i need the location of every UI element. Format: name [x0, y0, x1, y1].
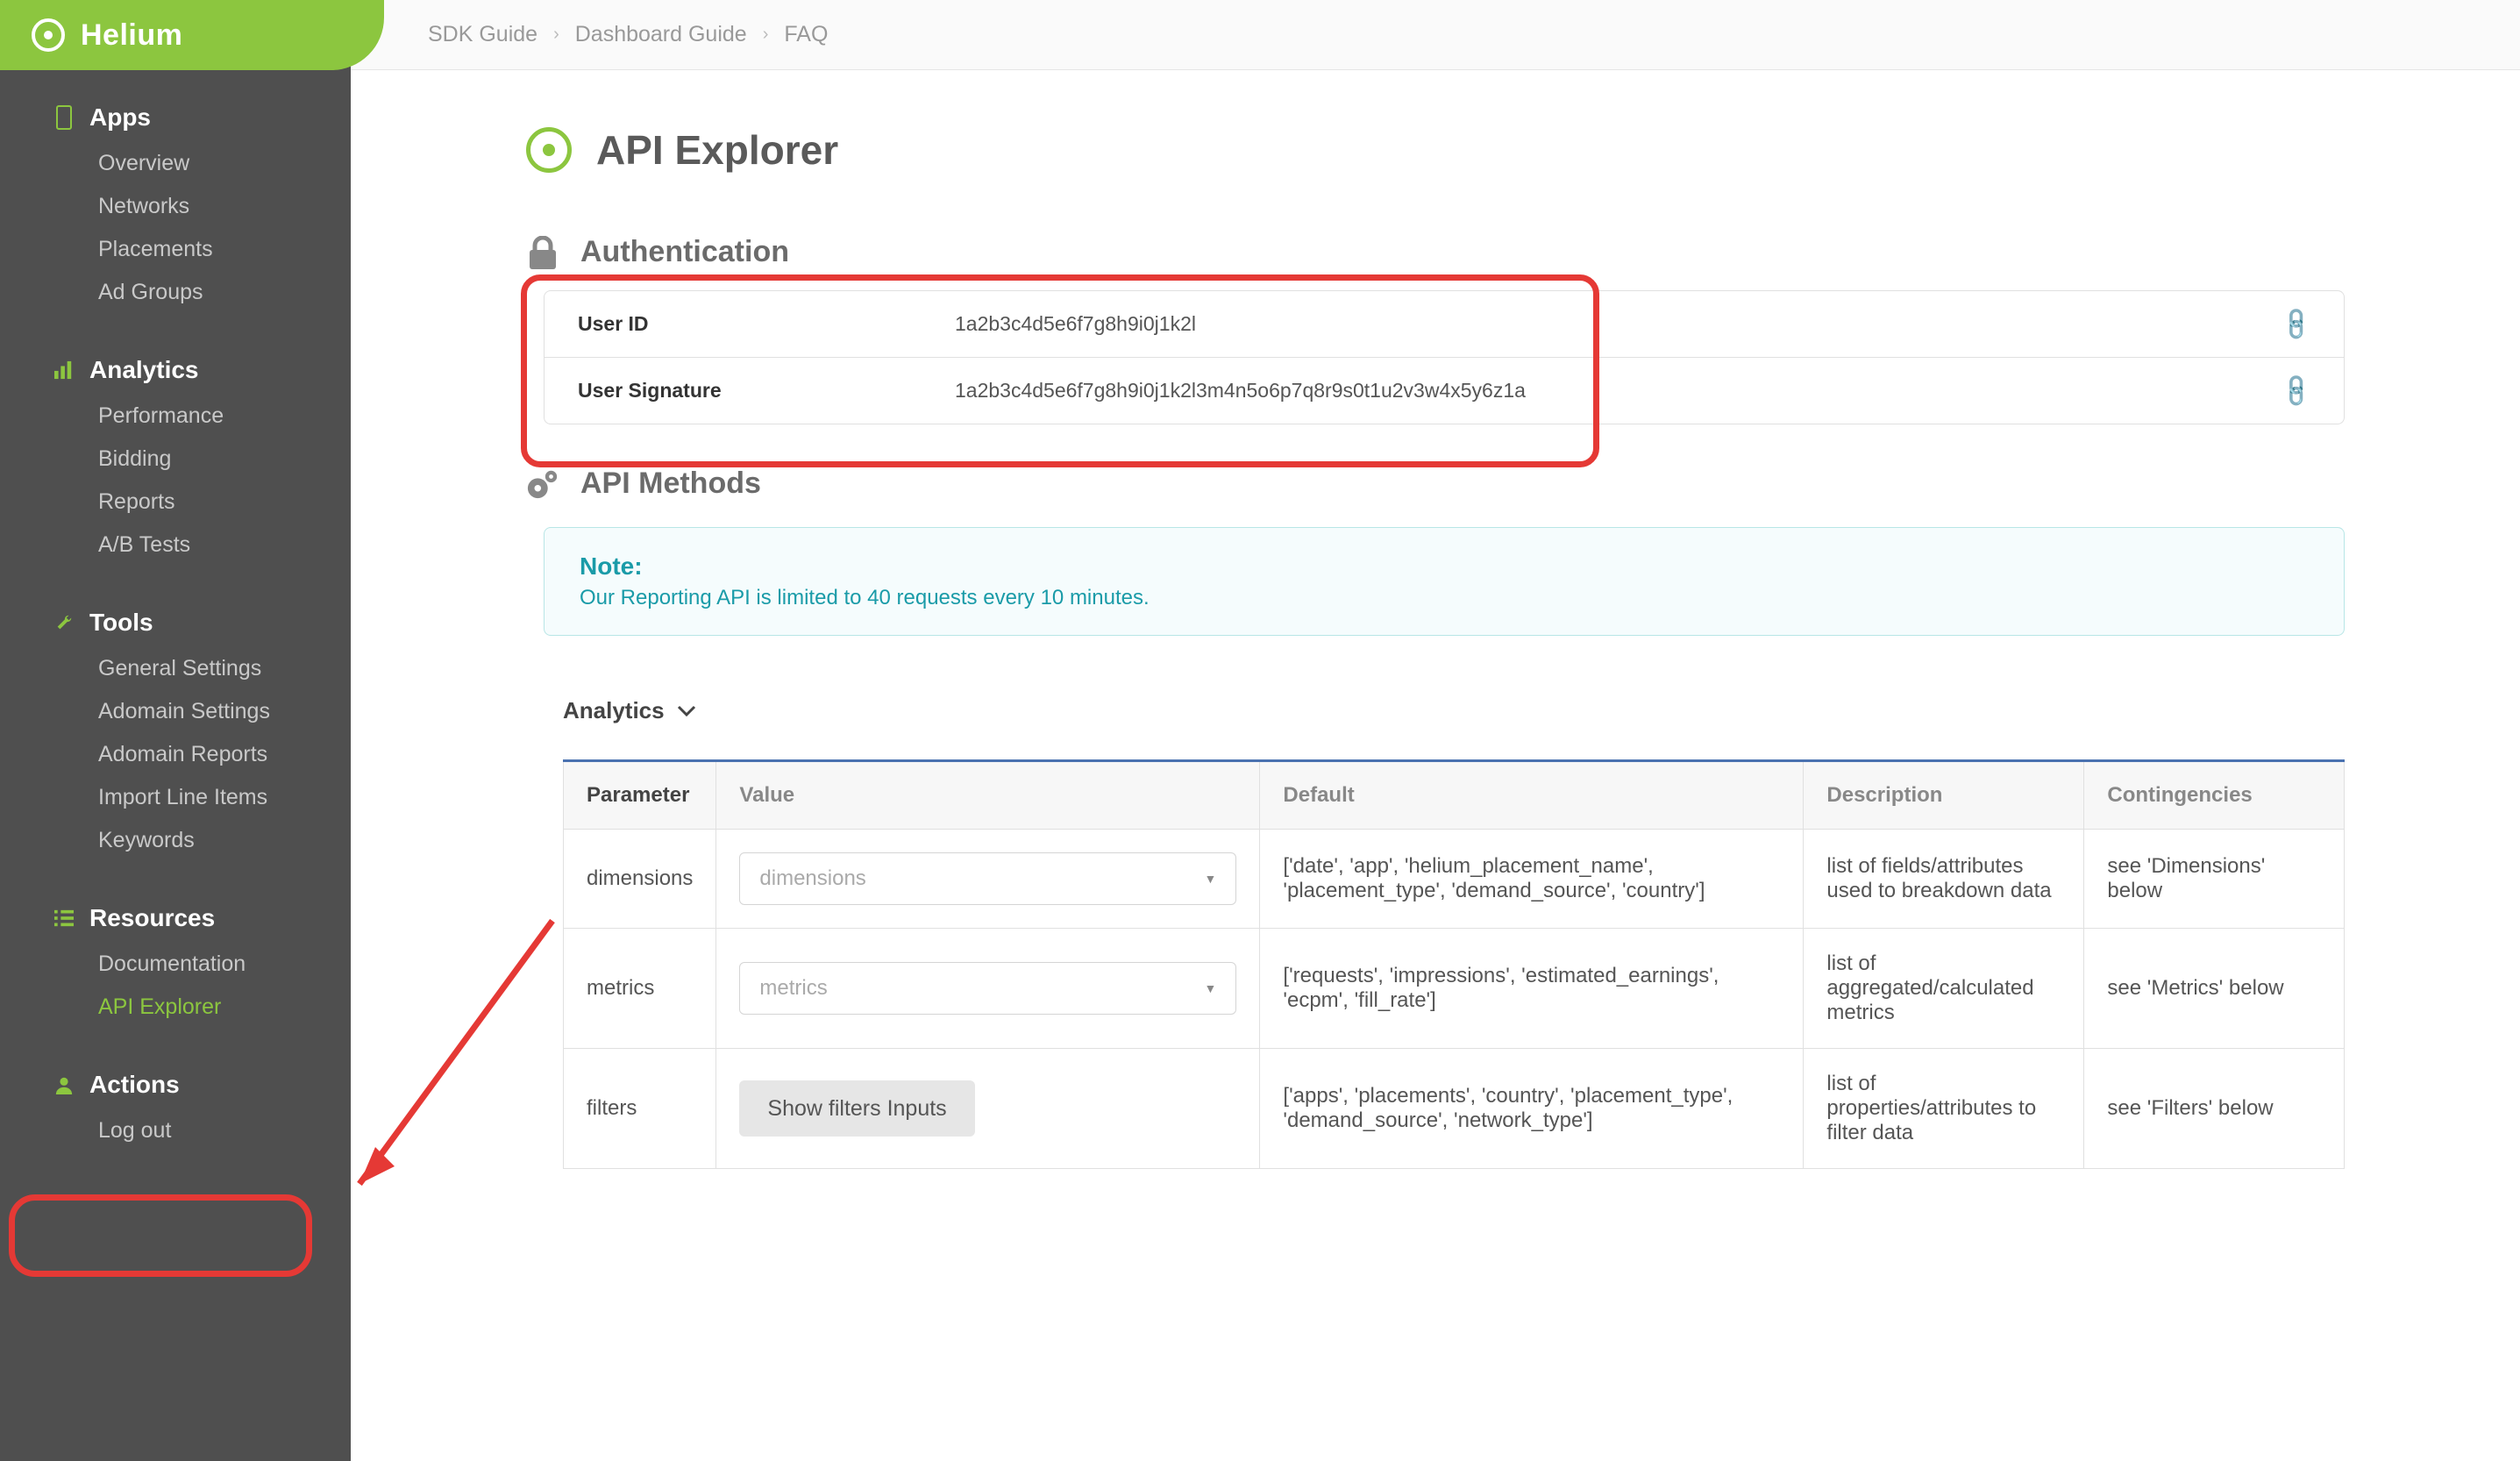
nav-head-actions[interactable]: Actions — [0, 1064, 351, 1106]
col-header-value: Value — [716, 761, 1260, 830]
list-icon — [54, 909, 74, 928]
metrics-select[interactable]: metrics ▼ — [739, 962, 1236, 1015]
lock-icon — [526, 236, 559, 269]
dimensions-select-placeholder: dimensions — [759, 866, 865, 891]
nav-head-analytics-label: Analytics — [89, 356, 199, 384]
param-default: ['apps', 'placements', 'country', 'place… — [1260, 1049, 1804, 1169]
col-header-parameter: Parameter — [564, 761, 716, 830]
param-contingencies: see 'Metrics' below — [2084, 929, 2345, 1049]
nav-head-tools-label: Tools — [89, 609, 153, 637]
param-default: ['requests', 'impressions', 'estimated_e… — [1260, 929, 1804, 1049]
chevron-right-icon: › — [553, 25, 559, 45]
nav-analytics-abtests[interactable]: A/B Tests — [0, 524, 351, 567]
show-filters-inputs-button[interactable]: Show filters Inputs — [739, 1080, 974, 1137]
user-icon — [54, 1075, 74, 1094]
auth-user-id-value: 1a2b3c4d5e6f7g8h9i0j1k2l — [955, 312, 2282, 336]
col-header-description: Description — [1804, 761, 2084, 830]
gears-icon — [526, 467, 559, 501]
wrench-icon — [54, 613, 74, 632]
param-default: ['date', 'app', 'helium_placement_name',… — [1260, 830, 1804, 929]
param-description: list of aggregated/calculated metrics — [1804, 929, 2084, 1049]
note-text: Our Reporting API is limited to 40 reque… — [580, 586, 2309, 610]
nav-tools-import-line-items[interactable]: Import Line Items — [0, 776, 351, 819]
nav-analytics-performance[interactable]: Performance — [0, 395, 351, 438]
nav-head-tools[interactable]: Tools — [0, 602, 351, 644]
analytics-expander[interactable]: Analytics — [563, 697, 2345, 724]
sidebar-nav: Apps Overview Networks Placements Ad Gro… — [0, 70, 351, 1214]
param-name: metrics — [564, 929, 716, 1049]
nav-analytics-bidding[interactable]: Bidding — [0, 438, 351, 481]
nav-actions-logout[interactable]: Log out — [0, 1109, 351, 1152]
breadcrumb-sdk-guide[interactable]: SDK Guide — [428, 22, 537, 47]
helium-logo-icon — [32, 18, 65, 52]
nav-tools-adomain-reports[interactable]: Adomain Reports — [0, 733, 351, 776]
table-row: dimensions dimensions ▼ ['date', 'app', … — [564, 830, 2345, 929]
nav-apps-networks[interactable]: Networks — [0, 185, 351, 228]
nav-resources-documentation[interactable]: Documentation — [0, 943, 351, 986]
param-name: dimensions — [564, 830, 716, 929]
section-title-api-methods: API Methods — [580, 467, 761, 501]
chevron-down-icon — [677, 705, 696, 717]
link-icon[interactable]: 🔗 — [2276, 304, 2316, 344]
table-row: metrics metrics ▼ ['requests', 'impressi… — [564, 929, 2345, 1049]
nav-tools-keywords[interactable]: Keywords — [0, 819, 351, 862]
caret-down-icon: ▼ — [1205, 981, 1217, 995]
col-header-contingencies: Contingencies — [2084, 761, 2345, 830]
nav-analytics-reports[interactable]: Reports — [0, 481, 351, 524]
brand[interactable]: Helium — [0, 0, 384, 70]
nav-apps-placements[interactable]: Placements — [0, 228, 351, 271]
metrics-select-placeholder: metrics — [759, 976, 827, 1001]
page-title: API Explorer — [596, 126, 838, 174]
bar-chart-icon — [54, 360, 74, 380]
helium-logo-icon — [526, 127, 572, 173]
nav-head-actions-label: Actions — [89, 1071, 180, 1099]
breadcrumb: SDK Guide › Dashboard Guide › FAQ — [351, 0, 2520, 70]
phone-icon — [54, 108, 74, 127]
nav-resources-api-explorer[interactable]: API Explorer — [0, 986, 351, 1029]
analytics-expander-label: Analytics — [563, 697, 665, 724]
dimensions-select[interactable]: dimensions ▼ — [739, 852, 1236, 905]
auth-credentials-table: User ID 1a2b3c4d5e6f7g8h9i0j1k2l 🔗 User … — [544, 290, 2345, 424]
chevron-right-icon: › — [763, 25, 769, 45]
nav-head-apps-label: Apps — [89, 103, 151, 132]
param-description: list of fields/attributes used to breakd… — [1804, 830, 2084, 929]
nav-head-resources-label: Resources — [89, 904, 215, 932]
caret-down-icon: ▼ — [1205, 872, 1217, 886]
section-title-authentication: Authentication — [580, 235, 789, 269]
nav-head-apps[interactable]: Apps — [0, 96, 351, 139]
nav-head-analytics[interactable]: Analytics — [0, 349, 351, 391]
col-header-default: Default — [1260, 761, 1804, 830]
param-description: list of properties/attributes to filter … — [1804, 1049, 2084, 1169]
nav-tools-general[interactable]: General Settings — [0, 647, 351, 690]
section-authentication: Authentication User ID 1a2b3c4d5e6f7g8h9… — [526, 235, 2345, 424]
note-title: Note: — [580, 552, 2309, 581]
table-row: filters Show filters Inputs ['apps', 'pl… — [564, 1049, 2345, 1169]
nav-head-resources[interactable]: Resources — [0, 897, 351, 939]
auth-user-signature-label: User Signature — [578, 379, 955, 403]
param-name: filters — [564, 1049, 716, 1169]
sidebar: Helium Apps Overview Networks Placements… — [0, 0, 351, 1461]
parameters-table: Parameter Value Default Description Cont… — [563, 759, 2345, 1169]
brand-name: Helium — [81, 18, 182, 53]
auth-user-signature-value: 1a2b3c4d5e6f7g8h9i0j1k2l3m4n5o6p7q8r9s0t… — [955, 379, 2282, 403]
breadcrumb-dashboard-guide[interactable]: Dashboard Guide — [575, 22, 747, 47]
auth-user-id-label: User ID — [578, 312, 955, 336]
section-api-methods: API Methods Note: Our Reporting API is l… — [526, 467, 2345, 1169]
note-callout: Note: Our Reporting API is limited to 40… — [544, 527, 2345, 636]
param-contingencies: see 'Dimensions' below — [2084, 830, 2345, 929]
nav-apps-adgroups[interactable]: Ad Groups — [0, 271, 351, 314]
link-icon[interactable]: 🔗 — [2276, 371, 2316, 410]
nav-apps-overview[interactable]: Overview — [0, 142, 351, 185]
param-contingencies: see 'Filters' below — [2084, 1049, 2345, 1169]
breadcrumb-faq[interactable]: FAQ — [784, 22, 828, 47]
nav-tools-adomain-settings[interactable]: Adomain Settings — [0, 690, 351, 733]
